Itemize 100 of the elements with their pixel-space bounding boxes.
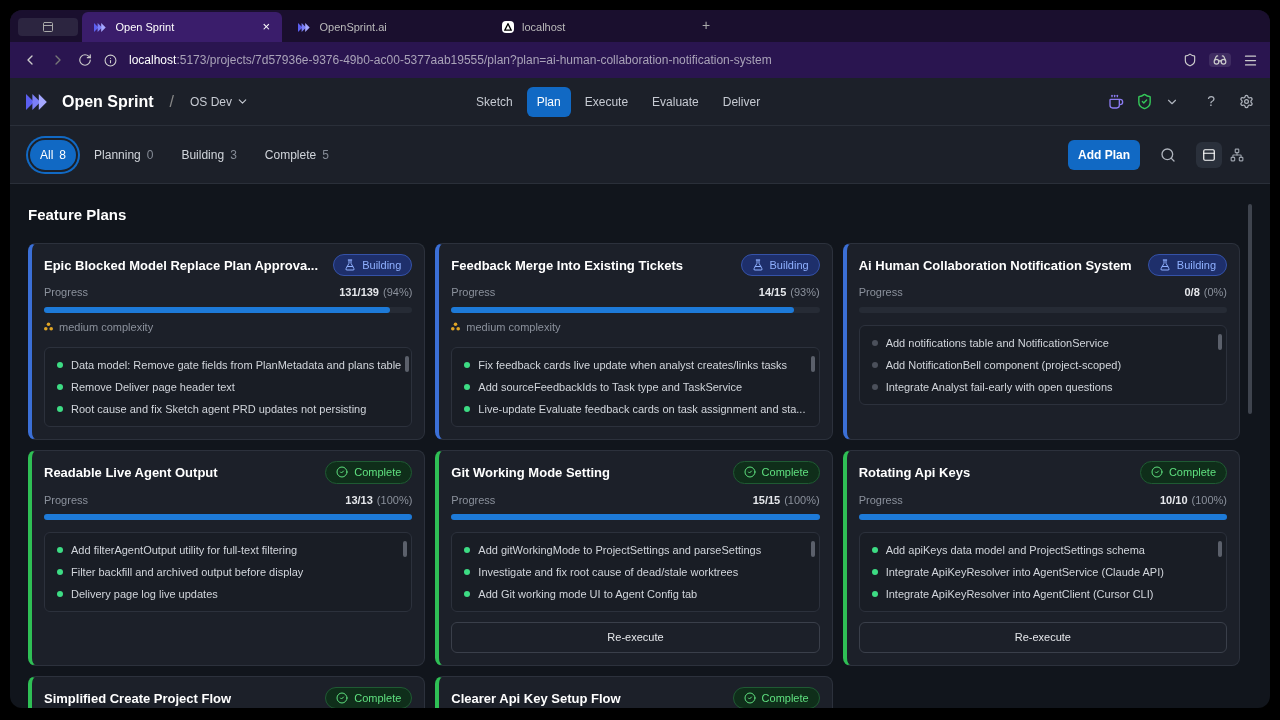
- plan-card[interactable]: [842, 242, 1240, 440]
- scrollbar-thumb[interactable]: [810, 541, 815, 557]
- plan-card[interactable]: [842, 450, 1240, 666]
- browser-tab[interactable]: localhost: [490, 12, 690, 42]
- info-icon[interactable]: [104, 53, 117, 67]
- status-badge: Building: [740, 253, 820, 276]
- filter-tab[interactable]: Building 3: [171, 139, 247, 170]
- plan-title: Readable Live Agent Output: [44, 464, 218, 482]
- plan-title: Simplified Create Project Flow: [44, 689, 232, 708]
- plan-title: Ai Human Collaboration Notification System: [858, 256, 1132, 275]
- browser-tab[interactable]: Open Sprint ×: [82, 12, 282, 42]
- menu-icon[interactable]: [1243, 52, 1258, 68]
- scrollbar-thumb[interactable]: [403, 541, 408, 557]
- progress-count: 13/13: [345, 492, 373, 508]
- plan-card[interactable]: Clearer Api Key Setup Flow Complete: [435, 675, 833, 708]
- scrollbar-thumb[interactable]: [405, 356, 410, 372]
- reload-icon[interactable]: [78, 53, 92, 67]
- status-badge: Building: [333, 253, 413, 276]
- section-title: Feature Plans: [28, 205, 128, 225]
- tab-title: OpenSprint.ai: [319, 19, 388, 35]
- logo-icon: [298, 22, 312, 32]
- nav-tab[interactable]: Sketch: [466, 86, 523, 117]
- progress-label: Progress: [451, 285, 496, 300]
- nav-tab[interactable]: Deliver: [712, 86, 771, 117]
- tab-title: Open Sprint: [115, 19, 176, 35]
- cup-icon[interactable]: [1108, 93, 1125, 110]
- plan-title: Rotating Api Keys: [858, 464, 971, 482]
- add-plan-button[interactable]: Add Plan: [1068, 139, 1140, 170]
- complexity-label: medium complexity: [59, 319, 154, 335]
- app-name: Open Sprint: [62, 91, 154, 112]
- close-button[interactable]: ×: [262, 17, 270, 37]
- task-text: Data model: Remove gate fields from PlanMetadata and plans table: [71, 358, 402, 373]
- settings-icon[interactable]: [1239, 94, 1254, 109]
- progress-label: Progress: [858, 285, 903, 300]
- filter-tab[interactable]: Complete 5: [254, 139, 339, 170]
- progress-percent: (100%): [1191, 492, 1227, 508]
- plan-card[interactable]: [435, 242, 833, 440]
- task-text: Investigate and fix root cause of dead/stale worktrees: [478, 565, 739, 580]
- task-text: Add sourceFeedbackIds to Task type and TaskService: [478, 380, 743, 395]
- graph-icon: [1230, 147, 1244, 162]
- help-button[interactable]: ?: [1207, 91, 1215, 112]
- scrollbar-thumb[interactable]: [1218, 333, 1222, 350]
- triangle-logo-icon: [502, 21, 514, 33]
- progress-percent: (100%): [376, 492, 413, 508]
- plan-card[interactable]: Simplified Create Project Flow Complete: [28, 675, 426, 708]
- progress-count: 14/15: [758, 285, 787, 300]
- progress-label: Progress: [858, 492, 903, 508]
- progress-percent: (94%): [383, 285, 413, 300]
- sidebar-toggle-icon[interactable]: [18, 18, 78, 36]
- nav-tab[interactable]: Execute: [574, 86, 639, 117]
- plan-title: Git Working Mode Setting: [451, 464, 610, 482]
- page-scrollbar[interactable]: [1248, 204, 1252, 414]
- scrollbar-thumb[interactable]: [810, 356, 815, 372]
- card-view-button[interactable]: [1196, 141, 1222, 168]
- search-icon[interactable]: [1160, 146, 1176, 163]
- task-text: Integrate Analyst fail-early with open questions: [885, 379, 1113, 395]
- new-tab-button[interactable]: +: [694, 15, 719, 36]
- filter-tab[interactable]: Planning 0: [84, 139, 164, 170]
- flask-icon: [751, 258, 764, 271]
- task-text: Filter backfill and archived output before display: [71, 565, 304, 580]
- plan-card[interactable]: [435, 450, 833, 666]
- plan-card[interactable]: [28, 242, 426, 440]
- progress-percent: (0%): [1203, 285, 1227, 300]
- shield-icon[interactable]: [1183, 53, 1197, 67]
- check-circle-icon: [743, 691, 756, 704]
- nav-tab[interactable]: Evaluate: [642, 86, 709, 117]
- progress-label: Progress: [44, 492, 89, 508]
- re-execute-button[interactable]: Re-execute: [858, 622, 1227, 653]
- logo-icon: [94, 22, 108, 32]
- check-circle-icon: [336, 466, 349, 479]
- task-text: Add apiKeys data model and ProjectSettings schema: [885, 543, 1145, 558]
- status-badge: Complete: [325, 686, 413, 708]
- flask-icon: [344, 258, 357, 271]
- progress-count: 10/10: [1160, 492, 1188, 508]
- re-execute-button[interactable]: Re-execute: [451, 622, 820, 653]
- plan-title: Epic Blocked Model Replace Plan Approva...: [44, 256, 319, 275]
- plan-card[interactable]: Readable Live Agent Output Complete Progress 13/13 (100%) Add filterAgentOutput utility for full-text filtering Filter backfill and archived output before display Delivery page log live updates: [28, 450, 426, 666]
- scrollbar-thumb[interactable]: [1218, 541, 1222, 557]
- project-selector[interactable]: OS Dev: [190, 92, 250, 111]
- nav-tab[interactable]: Plan: [526, 86, 571, 117]
- progress-count: 15/15: [752, 492, 781, 508]
- progress-percent: (93%): [790, 285, 820, 300]
- progress-label: Progress: [451, 492, 496, 508]
- breadcrumb-separator: /: [169, 91, 174, 112]
- task-text: Integrate ApiKeyResolver into AgentClient (Cursor CLI): [885, 587, 1154, 602]
- progress-count: 0/8: [1184, 285, 1200, 300]
- task-text: Fix feedback cards live update when analyst creates/links tasks: [478, 358, 788, 373]
- dots-icon: [451, 322, 461, 332]
- shield-check-icon[interactable]: [1136, 93, 1154, 110]
- task-text: Add notifications table and NotificationService: [885, 335, 1109, 351]
- task-text: Add filterAgentOutput utility for full-text filtering: [71, 543, 298, 558]
- task-text: Add gitWorkingMode to ProjectSettings and parseSettings: [478, 543, 762, 558]
- progress-count: 131/139: [339, 285, 379, 300]
- task-text: Add Git working mode UI to Agent Config tab: [478, 587, 698, 602]
- check-circle-icon: [743, 466, 756, 479]
- tab-title: localhost: [522, 19, 567, 35]
- browser-tab[interactable]: OpenSprint.ai: [286, 12, 486, 42]
- progress-percent: (100%): [784, 492, 820, 508]
- check-circle-icon: [1150, 466, 1163, 479]
- task-text: Root cause and fix Sketch agent PRD updates not persisting: [71, 402, 367, 417]
